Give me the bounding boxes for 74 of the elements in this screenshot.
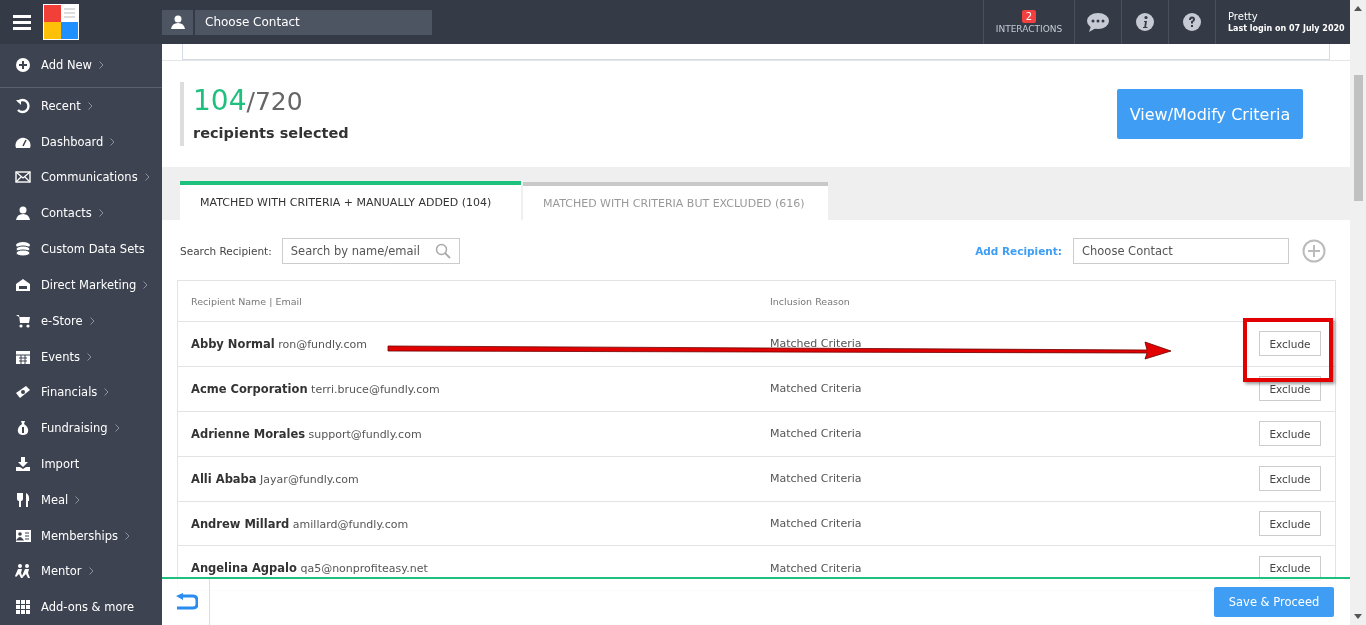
scrollbar-thumb[interactable] — [1353, 75, 1363, 201]
scroll-up-icon — [1354, 6, 1362, 11]
money-bag-icon — [15, 420, 31, 437]
sidebar-item[interactable]: Events — [0, 338, 162, 375]
tab[interactable]: MATCHED WITH CRITERIA + MANUALLY ADDED (104) — [180, 181, 521, 220]
exclude-button[interactable]: Exclude — [1259, 466, 1321, 492]
table-cell: Matched Criteria — [770, 472, 862, 486]
search-label: Search Recipient: — [180, 245, 272, 257]
cart-icon — [15, 312, 31, 329]
add-recipient-label: Add Recipient: — [975, 245, 1062, 257]
table-cell: Abby Normal ron@fundly.com — [191, 337, 367, 351]
table-cell: Alli Ababa Jayar@fundly.com — [191, 472, 359, 486]
search-field[interactable]: Search by name/email — [281, 238, 460, 264]
sidebar-item[interactable]: Memberships — [0, 517, 162, 554]
column-header: Inclusion Reason — [770, 296, 851, 307]
table-cell: Acme Corporation terri.bruce@fundly.com — [191, 382, 440, 396]
sidebar-item[interactable]: Import — [0, 446, 162, 482]
table-cell: Matched Criteria — [770, 382, 862, 396]
user-menu[interactable]: Pretty Last login on 07 July 2020 — [1216, 0, 1350, 44]
plus-circle-icon — [15, 57, 31, 74]
calendar-icon — [15, 348, 31, 365]
last-login-text: Last login on 07 July 2020 — [1228, 24, 1345, 33]
exclude-button[interactable]: Exclude — [1259, 421, 1321, 447]
sidebar-item[interactable]: Recent — [0, 87, 162, 124]
selected-count: 104 — [193, 84, 247, 117]
table-cell: Angelina Agpalo qa5@nonprofiteasy.net — [191, 562, 428, 576]
exclude-button[interactable]: Exclude — [1259, 331, 1321, 357]
sidebar-item[interactable]: Meal — [0, 481, 162, 518]
contact-field[interactable]: Choose Contact — [195, 9, 432, 35]
info-icon[interactable] — [1136, 13, 1154, 31]
total-count: /720 — [246, 87, 303, 116]
sidebar-item[interactable]: Financials — [0, 374, 162, 411]
exclude-button[interactable]: Exclude — [1259, 511, 1321, 536]
notification-badge: 2 — [1021, 10, 1037, 23]
sidebar-item[interactable]: e-Store — [0, 302, 162, 339]
sidebar-item[interactable]: Direct Marketing — [0, 266, 162, 303]
person-icon — [169, 14, 186, 30]
search-icon — [434, 243, 451, 259]
user-name: Pretty — [1228, 11, 1259, 22]
person-icon — [15, 205, 31, 222]
contact-field[interactable]: Choose Contact — [1073, 238, 1289, 264]
scrollbar[interactable] — [1350, 0, 1366, 625]
logo-icon[interactable] — [43, 4, 79, 40]
sidebar-item[interactable]: Mentor — [0, 553, 162, 590]
banknote-icon — [15, 384, 31, 401]
table-cell: Andrew Millard amillard@fundly.com — [191, 517, 409, 531]
table-cell: Matched Criteria — [770, 427, 862, 441]
table-cell: Matched Criteria — [770, 517, 862, 530]
sidebar-item[interactable]: Fundraising — [0, 410, 162, 447]
sidebar-item[interactable]: Custom Data Sets — [0, 231, 162, 267]
scroll-down-icon — [1354, 614, 1362, 619]
layers-icon — [15, 241, 31, 258]
envelope-icon — [15, 169, 31, 186]
person-button[interactable] — [162, 9, 193, 35]
sidebar-item[interactable]: Contacts — [0, 195, 162, 232]
sidebar-item[interactable]: Dashboard — [0, 123, 162, 160]
id-card-icon — [15, 527, 31, 544]
chat-icon[interactable] — [1086, 12, 1110, 32]
table-cell: Adrienne Morales support@fundly.com — [191, 427, 422, 441]
menu-icon[interactable] — [13, 14, 31, 30]
interactions-label: INTERACTIONS — [995, 24, 1063, 34]
recipients-caption: recipients selected — [193, 125, 350, 141]
table-cell: Matched Criteria — [770, 561, 862, 575]
table-cell: Matched Criteria — [770, 337, 862, 351]
sidebar-item[interactable]: Add-ons & more — [0, 589, 162, 625]
running-people-icon — [15, 563, 31, 580]
download-tray-icon — [15, 455, 31, 472]
fork-knife-icon — [15, 491, 31, 508]
history-icon — [15, 97, 31, 114]
help-icon[interactable] — [1183, 13, 1201, 31]
sidebar-item[interactable]: Communications — [0, 159, 162, 196]
house-icon — [15, 276, 31, 293]
column-header: Recipient Name | Email — [191, 296, 303, 307]
grid-icon — [15, 599, 31, 616]
